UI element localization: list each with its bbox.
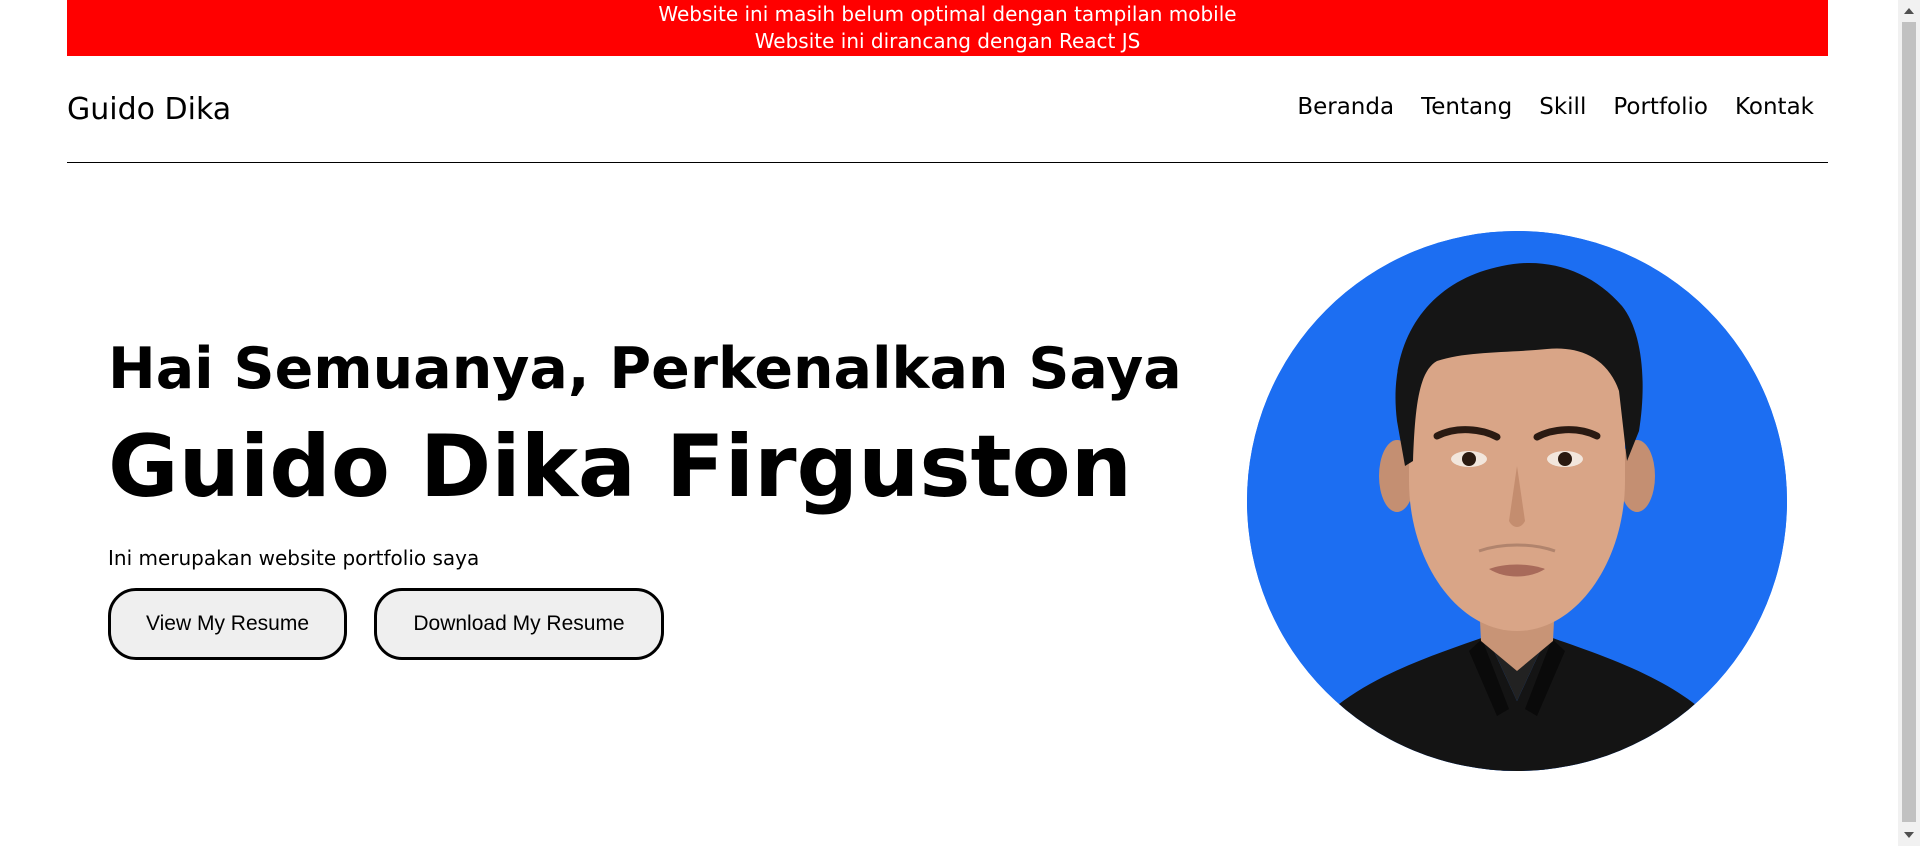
nav-link-portfolio[interactable]: Portfolio [1613, 94, 1708, 120]
profile-photo [1247, 231, 1787, 771]
nav-links: Beranda Tentang Skill Portfolio Kontak [1297, 94, 1814, 120]
hero-greeting: Hai Semuanya, Perkenalkan Saya [108, 336, 1182, 402]
scroll-down-arrow-icon[interactable] [1904, 832, 1914, 838]
page-scrollbar[interactable] [1898, 0, 1920, 846]
nav-link-beranda[interactable]: Beranda [1297, 94, 1394, 120]
page: Website ini masih belum optimal dengan t… [0, 0, 1920, 846]
mobile-warning-banner: Website ini masih belum optimal dengan t… [67, 0, 1828, 56]
hero-intro: Hai Semuanya, Perkenalkan Saya Guido Dik… [108, 335, 1182, 660]
hero-tagline: Ini merupakan website portfolio saya [108, 546, 480, 570]
nav-link-kontak[interactable]: Kontak [1735, 94, 1814, 120]
navbar: Guido Dika Beranda Tentang Skill Portfol… [67, 55, 1828, 163]
warning-line-mobile: Website ini masih belum optimal dengan t… [658, 2, 1237, 26]
download-resume-button[interactable]: Download My Resume [374, 588, 664, 660]
nav-link-skill[interactable]: Skill [1539, 94, 1586, 120]
hero-name: Guido Dika Firguston [108, 417, 1132, 517]
scroll-up-arrow-icon[interactable] [1904, 8, 1914, 14]
view-resume-button[interactable]: View My Resume [108, 588, 347, 660]
brand-logo[interactable]: Guido Dika [67, 92, 231, 127]
scroll-thumb[interactable] [1902, 22, 1916, 822]
profile-photo-illustration [1247, 231, 1787, 771]
warning-line-react: Website ini dirancang dengan React JS [754, 29, 1141, 53]
resume-buttons: View My Resume Download My Resume [108, 588, 1182, 660]
nav-link-tentang[interactable]: Tentang [1421, 94, 1512, 120]
